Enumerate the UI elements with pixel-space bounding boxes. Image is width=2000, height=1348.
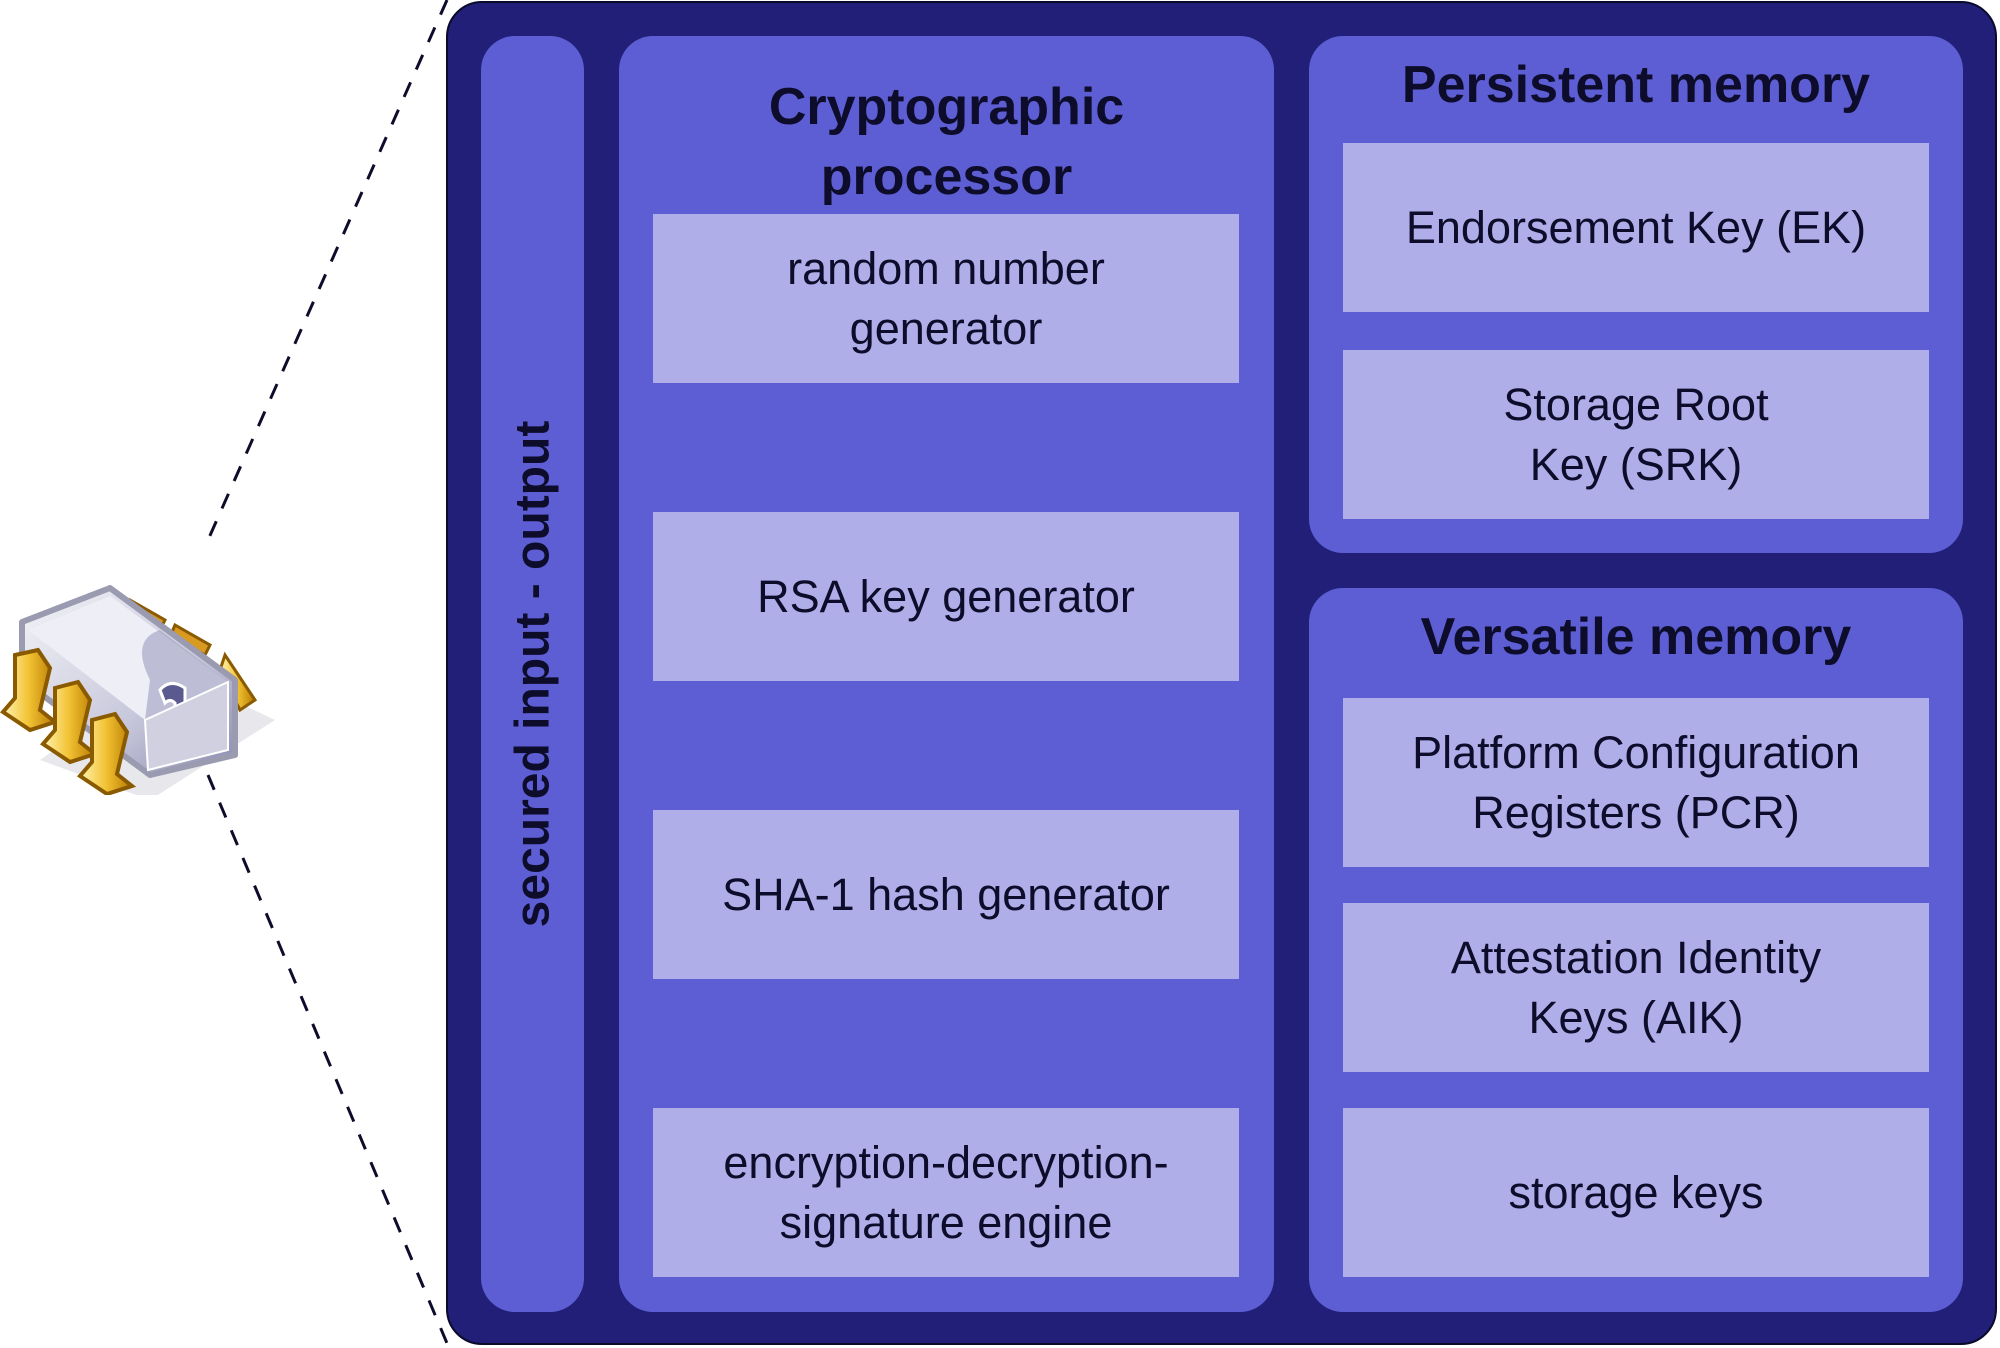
secured-io-column: secured input - output bbox=[481, 36, 584, 1312]
encryption-engine-box: encryption-decryption- signature engine bbox=[653, 1108, 1239, 1277]
persistent-memory-panel: Persistent memory Endorsement Key (EK) S… bbox=[1309, 36, 1963, 553]
sha1-hash-generator-box: SHA-1 hash generator bbox=[653, 810, 1239, 979]
secured-io-label: secured input - output bbox=[506, 420, 559, 928]
persistent-memory-title: Persistent memory bbox=[1401, 56, 1871, 114]
zoom-line-bottom bbox=[206, 774, 451, 1348]
crypto-title-line1: Cryptographic bbox=[768, 78, 1125, 136]
pcr-box: Platform Configuration Registers (PCR) bbox=[1343, 698, 1929, 867]
rsa-key-generator-box: RSA key generator bbox=[653, 512, 1239, 681]
endorsement-key-box: Endorsement Key (EK) bbox=[1343, 143, 1929, 312]
crypto-title-line2: processor bbox=[820, 148, 1073, 206]
cryptographic-processor-panel: Cryptographic processor random number ge… bbox=[619, 36, 1274, 1312]
microchip-icon bbox=[0, 585, 275, 795]
versatile-memory-panel: Versatile memory Platform Configuration … bbox=[1309, 588, 1963, 1312]
rng-box: random number generator bbox=[653, 214, 1239, 383]
zoom-line-top bbox=[206, 0, 449, 541]
versatile-memory-title: Versatile memory bbox=[1420, 608, 1852, 666]
aik-box: Attestation Identity Keys (AIK) bbox=[1343, 903, 1929, 1072]
storage-keys-box: storage keys bbox=[1343, 1108, 1929, 1277]
storage-root-key-box: Storage Root Key (SRK) bbox=[1343, 350, 1929, 519]
